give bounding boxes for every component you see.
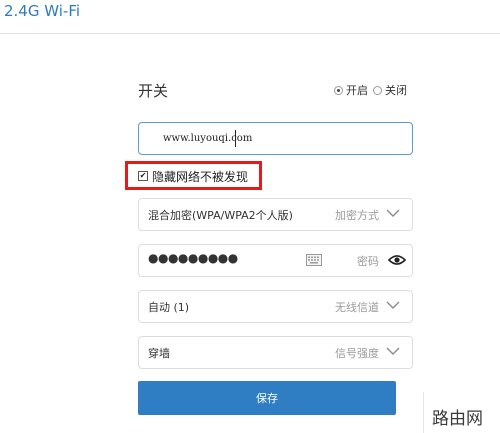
chevron-down-icon — [386, 301, 400, 309]
hide-network-checkbox[interactable]: ✔ — [138, 171, 148, 181]
radio-on-label[interactable]: 开启 — [346, 82, 368, 98]
ssid-input[interactable] — [138, 122, 413, 155]
switch-radio-group: 开启 关闭 — [334, 82, 409, 98]
channel-select[interactable]: 自动 (1) 无线信道 — [138, 290, 413, 323]
radio-off[interactable] — [373, 85, 382, 95]
channel-value: 自动 (1) — [148, 301, 190, 314]
eye-icon[interactable] — [388, 254, 406, 266]
radio-selected-dot — [337, 88, 340, 92]
encryption-hint: 加密方式 — [335, 209, 379, 222]
password-hint: 密码 — [357, 255, 379, 268]
switch-label: 开关 — [138, 82, 169, 100]
signal-value: 穿墙 — [148, 347, 170, 360]
password-dots: ●●●●●●●●● — [148, 251, 238, 265]
text-caret — [235, 130, 236, 147]
radio-on[interactable] — [334, 85, 343, 95]
chevron-down-icon — [386, 209, 400, 217]
section-title: 2.4G Wi-Fi — [4, 2, 81, 20]
encryption-select[interactable]: 混合加密(WPA/WPA2个人版) 加密方式 — [138, 198, 413, 231]
signal-strength-select[interactable]: 穿墙 信号强度 — [138, 336, 413, 369]
hide-network-label[interactable]: 隐藏网络不被发现 — [152, 168, 248, 185]
divider — [423, 392, 424, 433]
keyboard-icon[interactable] — [306, 254, 322, 266]
encryption-value: 混合加密(WPA/WPA2个人版) — [148, 209, 293, 222]
watermark-text: 路由网 — [432, 409, 483, 429]
channel-hint: 无线信道 — [335, 301, 379, 314]
chevron-down-icon — [386, 347, 400, 355]
radio-off-label[interactable]: 关闭 — [385, 82, 407, 98]
save-button[interactable]: 保存 — [138, 381, 396, 415]
password-field[interactable]: ●●●●●●●●● 密码 — [138, 244, 413, 277]
divider — [0, 33, 500, 34]
signal-hint: 信号强度 — [335, 347, 379, 360]
